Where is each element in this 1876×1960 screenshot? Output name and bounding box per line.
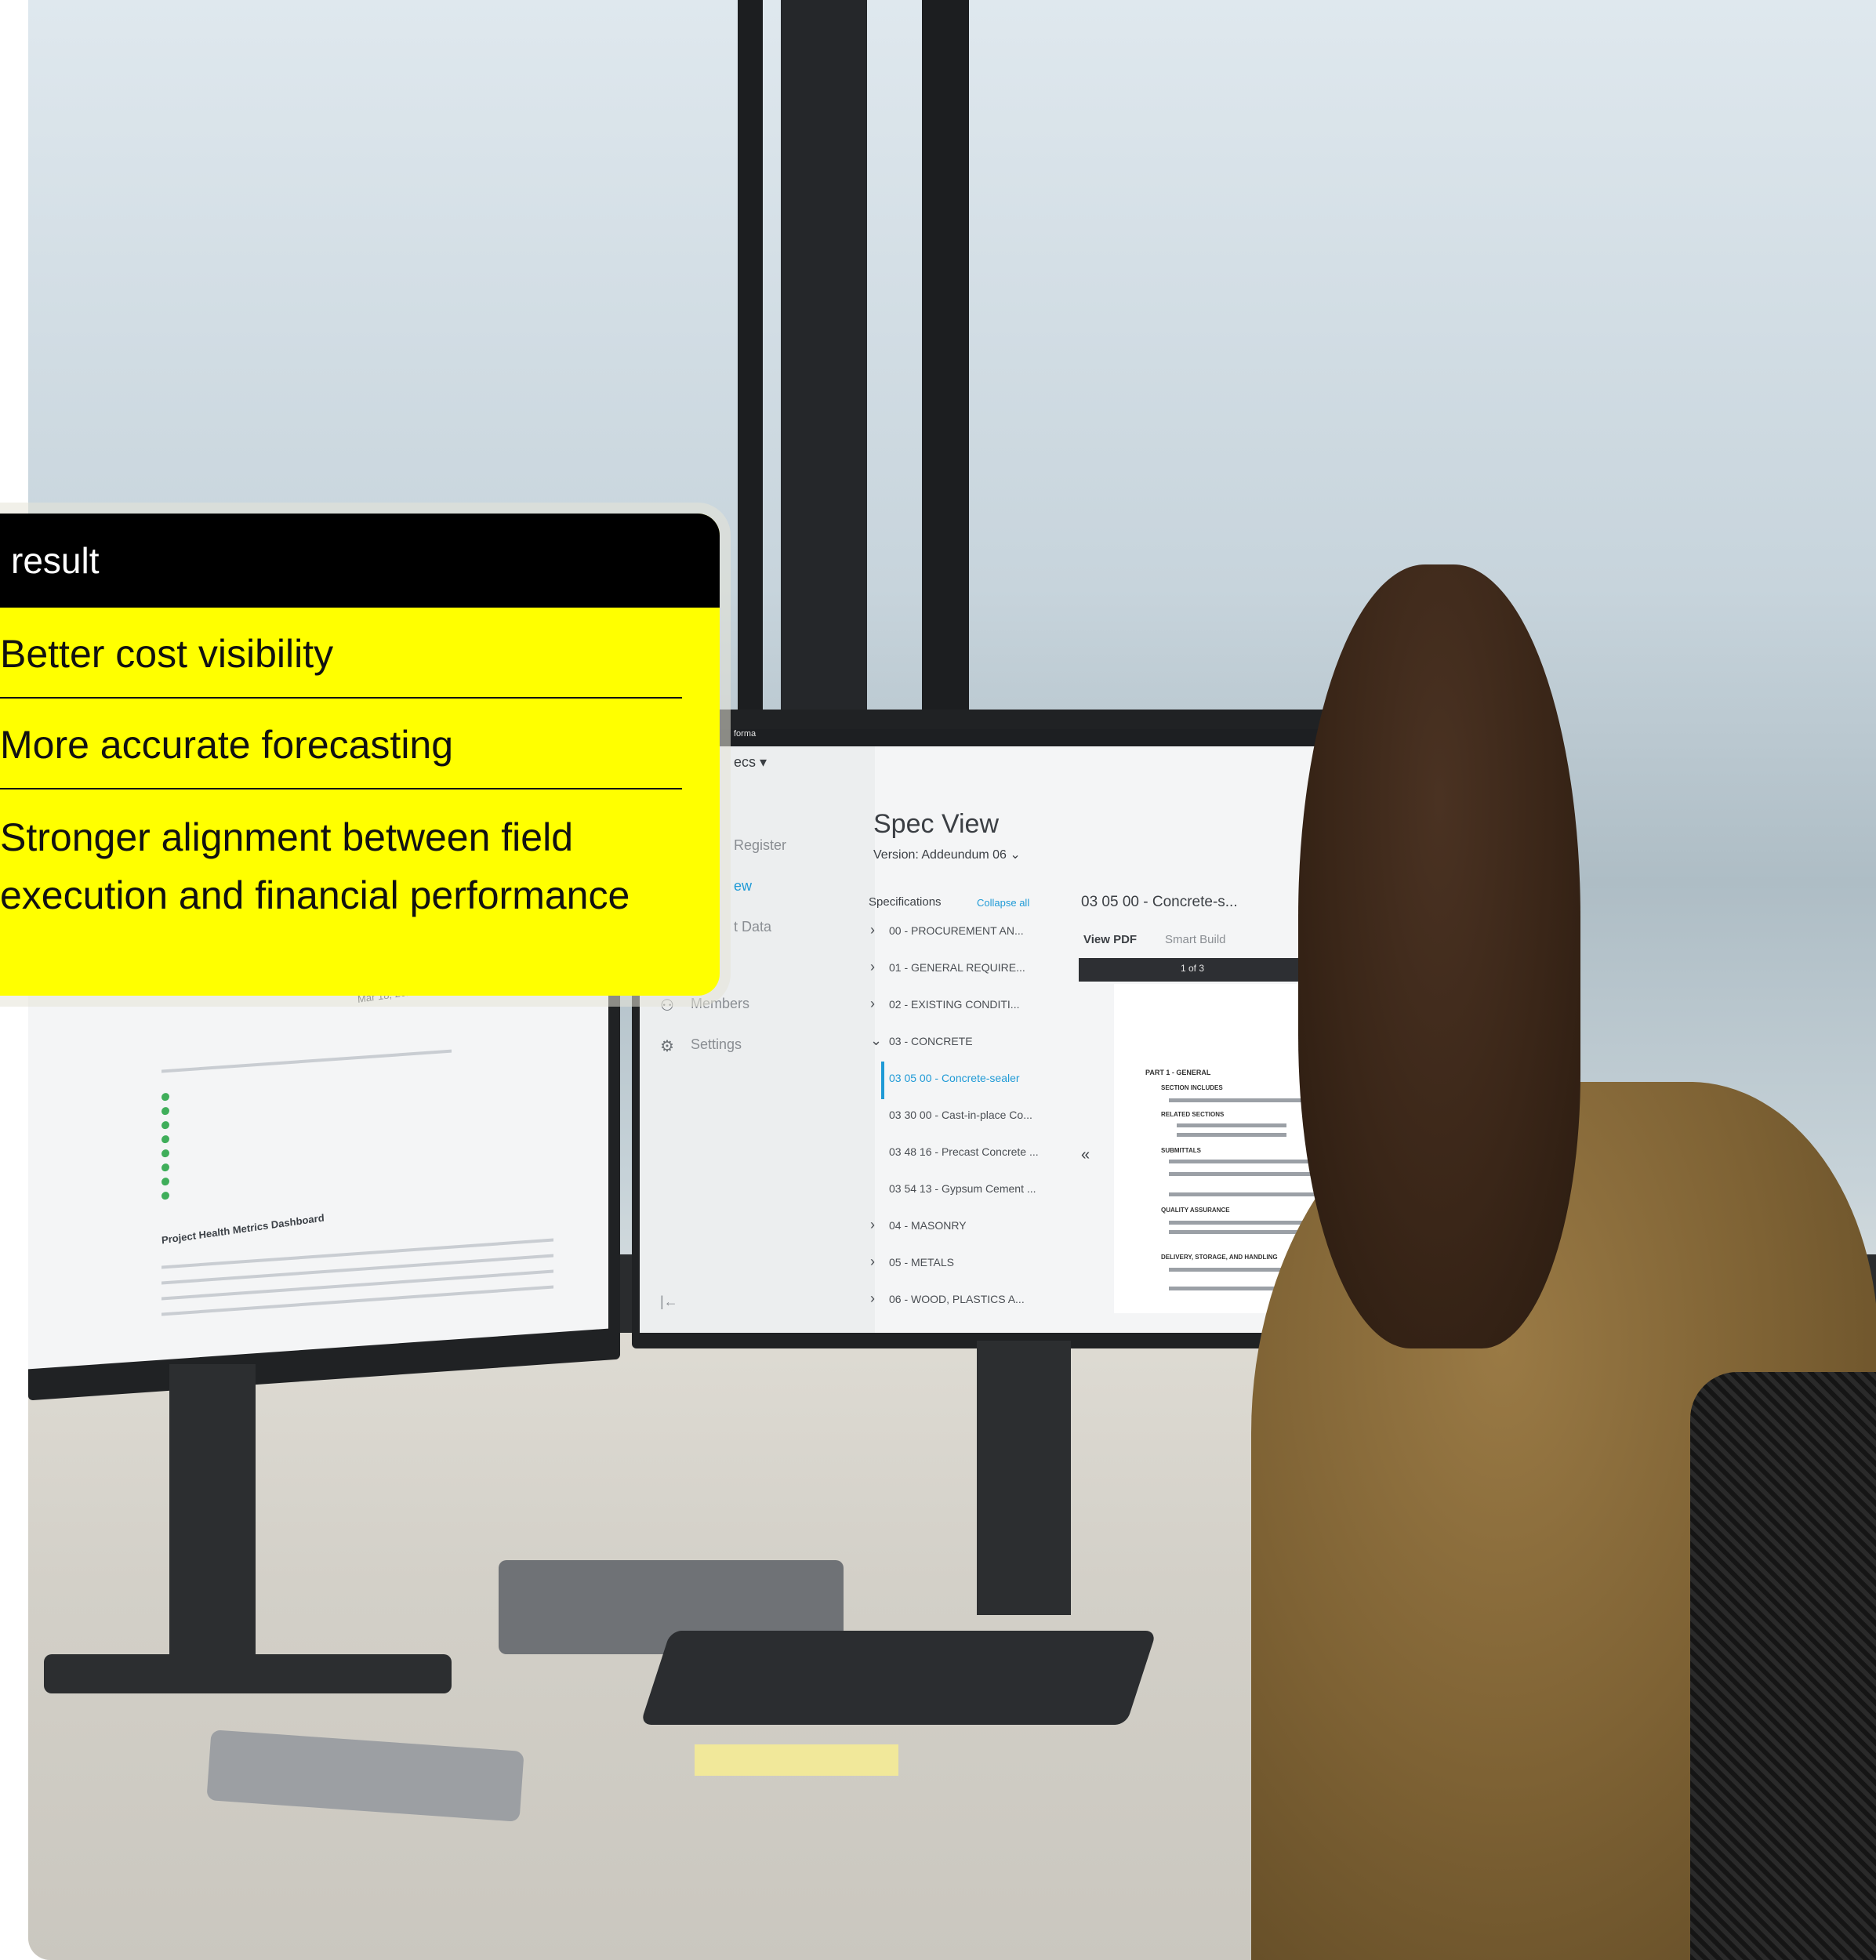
spec-tree-item[interactable]: 03 30 00 - Cast-in-place Co...: [889, 1109, 1032, 1121]
spec-tree-item[interactable]: 01 - GENERAL REQUIRE...: [889, 961, 1025, 974]
table-row: [161, 1285, 553, 1316]
selection-indicator: [881, 1062, 884, 1099]
chevron-right-icon[interactable]: ›: [870, 922, 875, 938]
spec-tree-item[interactable]: 03 05 00 - Concrete-sealer: [889, 1072, 1020, 1084]
spec-tree-item[interactable]: 04 - MASONRY: [889, 1219, 967, 1232]
result-item-alignment: Stronger alignment between field executi…: [0, 815, 630, 917]
tab-view-pdf[interactable]: View PDF: [1083, 933, 1137, 946]
doc-text-line: [1177, 1133, 1286, 1137]
chevron-down-icon[interactable]: ⌄: [870, 1033, 882, 1049]
left-monitor-stand: [169, 1364, 256, 1678]
table-row: [161, 1269, 553, 1301]
spec-tree-item[interactable]: 00 - PROCUREMENT AN...: [889, 924, 1024, 937]
left-monitor-screen: Mar 18, 2026 9:49 PM Project Health Metr…: [28, 952, 608, 1370]
doc-title: 03 05 00 - Concrete-s...: [1081, 894, 1238, 910]
check-icon: [161, 1163, 169, 1172]
doc-section: SUBMITTALS: [1161, 1147, 1201, 1154]
chevron-right-icon[interactable]: ›: [870, 1254, 875, 1270]
spec-tree-item[interactable]: 03 - CONCRETE: [889, 1035, 973, 1047]
window-mullion: [738, 0, 763, 721]
result-item-cost-visibility: Better cost visibility: [0, 632, 334, 676]
chevron-right-icon[interactable]: ›: [870, 1290, 875, 1307]
version-select[interactable]: Version: Addeundum 06 ⌄: [873, 847, 1021, 862]
members-icon: ⚇: [660, 997, 674, 1014]
sticky-note: [695, 1744, 898, 1776]
sidebar-item-spec-view[interactable]: ew: [734, 878, 752, 895]
table-row: [161, 1238, 553, 1269]
window-mullion: [922, 0, 969, 721]
doc-section: SECTION INCLUDES: [1161, 1084, 1223, 1091]
right-monitor-stand: [977, 1341, 1071, 1615]
left-monitor-base: [44, 1654, 452, 1693]
tab-smart-build[interactable]: Smart Build: [1165, 933, 1226, 946]
check-icon: [161, 1120, 169, 1130]
left-intro: [161, 1049, 452, 1073]
result-divider: [0, 697, 682, 699]
collapse-sidebar-icon[interactable]: |←: [660, 1294, 678, 1310]
spec-tree-item[interactable]: 06 - WOOD, PLASTICS A...: [889, 1293, 1025, 1305]
table-row: [161, 1254, 553, 1285]
expand-panel-icon[interactable]: «: [1081, 1146, 1090, 1164]
check-icon: [161, 1134, 169, 1144]
page-indicator[interactable]: 1 of 3: [1181, 963, 1204, 974]
window-mullion: [781, 0, 867, 721]
check-icon: [161, 1106, 169, 1116]
check-icon: [161, 1149, 169, 1158]
doc-part-heading: PART 1 - GENERAL: [1145, 1069, 1211, 1076]
doc-section: QUALITY ASSURANCE: [1161, 1207, 1230, 1214]
sidebar-item-settings[interactable]: Settings: [691, 1036, 742, 1053]
sidebar-item-members[interactable]: Members: [691, 996, 749, 1012]
result-card-header: result: [0, 514, 720, 608]
doc-text-line: [1177, 1123, 1286, 1127]
chevron-right-icon[interactable]: ›: [870, 1217, 875, 1233]
spec-tree-item[interactable]: 03 54 13 - Gypsum Cement ...: [889, 1182, 1036, 1195]
check-icon: [161, 1191, 169, 1200]
spec-tree-item[interactable]: 02 - EXISTING CONDITI...: [889, 998, 1019, 1011]
doc-section: RELATED SECTIONS: [1161, 1111, 1225, 1118]
check-icon: [161, 1092, 169, 1102]
keyboard: [640, 1631, 1157, 1725]
dashboard-title: Project Health Metrics Dashboard: [161, 1211, 325, 1247]
sidebar-item-data[interactable]: t Data: [734, 919, 771, 935]
specifications-label: Specifications: [869, 895, 942, 909]
project-menu[interactable]: ecs ▾: [734, 754, 767, 771]
check-icon: [161, 1177, 169, 1186]
sidebar-item-register[interactable]: Register: [734, 837, 786, 854]
spec-tree-item[interactable]: 05 - METALS: [889, 1256, 954, 1269]
collapse-all-link[interactable]: Collapse all: [977, 897, 1029, 909]
left-monitor: Mar 18, 2026 9:49 PM Project Health Metr…: [28, 951, 620, 1401]
result-divider: [0, 788, 682, 789]
person-hair: [1298, 564, 1580, 1348]
doc-section: DELIVERY, STORAGE, AND HANDLING: [1161, 1254, 1278, 1261]
spec-tree-item[interactable]: 03 48 16 - Precast Concrete ...: [889, 1145, 1039, 1158]
page-title: Spec View: [873, 809, 1000, 839]
chevron-right-icon[interactable]: ›: [870, 996, 875, 1012]
office-chair: [1690, 1372, 1876, 1960]
chevron-right-icon[interactable]: ›: [870, 959, 875, 975]
result-item-forecasting: More accurate forecasting: [0, 723, 454, 767]
gear-icon: ⚙: [660, 1038, 674, 1055]
result-card: result Better cost visibility More accur…: [0, 514, 720, 996]
app-name: forma: [734, 729, 757, 739]
